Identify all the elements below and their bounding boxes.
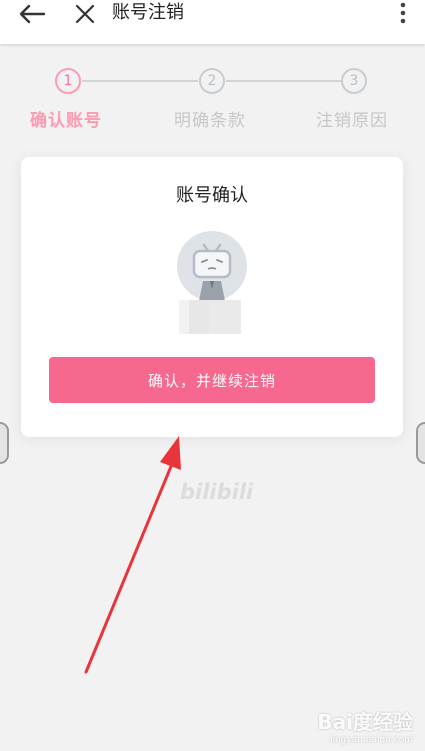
confirm-continue-button[interactable]: 确认，并继续注销 xyxy=(49,357,375,403)
more-vertical-icon[interactable] xyxy=(399,2,407,24)
arrow-left-icon[interactable] xyxy=(18,4,46,24)
app-header: 账号注销 xyxy=(0,0,425,44)
step-1-label: 确认账号 xyxy=(30,111,102,131)
page-title: 账号注销 xyxy=(112,2,184,23)
next-card-peek xyxy=(416,422,425,464)
watermark-url: jingyan.baidu.com xyxy=(329,735,413,745)
step-2-label: 明确条款 xyxy=(174,111,246,131)
close-icon[interactable] xyxy=(73,2,97,26)
watermark-brand: Bai度经验 xyxy=(317,710,413,734)
step-1-circle: 1 xyxy=(55,68,81,94)
bilibili-logo: bilibili xyxy=(180,480,254,504)
annotation-arrow-icon xyxy=(84,436,181,674)
bilibili-tv-avatar-icon xyxy=(177,231,247,301)
progress-stepper: 1 2 3 确认账号 明确条款 注销原因 xyxy=(0,66,425,136)
step-2-circle: 2 xyxy=(199,68,225,94)
previous-card-peek xyxy=(0,422,9,464)
step-connector xyxy=(82,80,198,82)
step-3-label: 注销原因 xyxy=(316,111,388,131)
step-connector xyxy=(226,80,342,82)
username-blurred xyxy=(179,300,241,334)
card-title: 账号确认 xyxy=(176,185,248,206)
baidu-jingyan-watermark: Bai度经验 jingyan.baidu.com xyxy=(317,706,413,745)
step-3-circle: 3 xyxy=(341,68,367,94)
account-confirm-card: 账号确认 确认，并继续注销 xyxy=(21,157,403,437)
